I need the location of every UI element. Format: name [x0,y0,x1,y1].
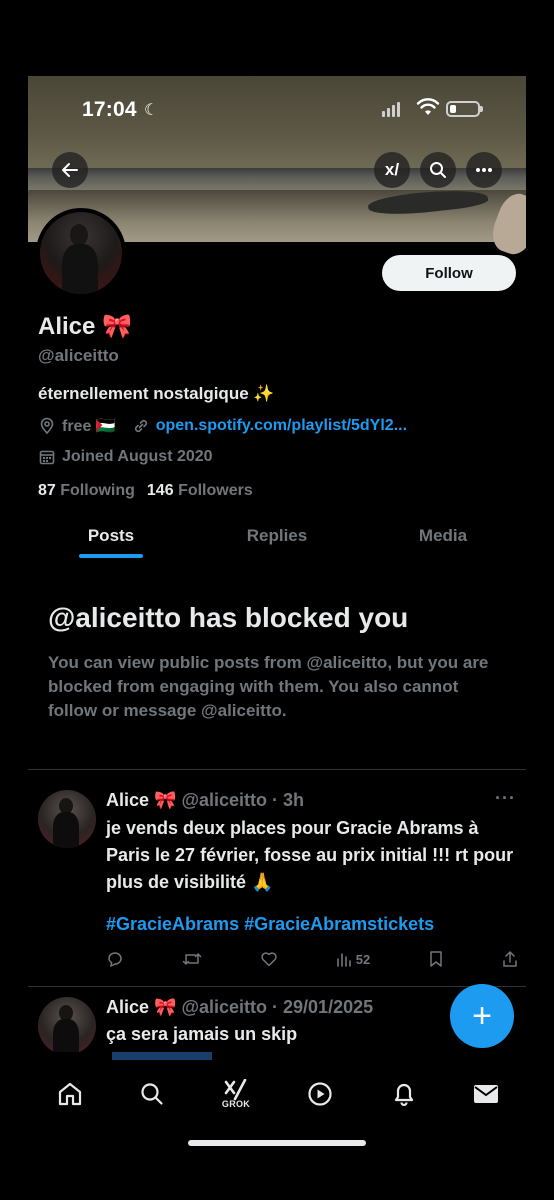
nav-video[interactable] [302,1076,338,1112]
bottom-navigation: GROK [28,1052,526,1156]
followers-link[interactable]: 146 Followers [147,482,253,500]
post-text: je vends deux places pour Gracie Abrams … [106,818,514,892]
profile-handle: @aliceitto [38,346,119,365]
repost-button[interactable] [182,950,202,968]
tab-replies[interactable]: Replies [194,522,360,562]
blocked-title: @aliceitto has blocked you [48,602,409,633]
compose-button[interactable]: + [450,984,514,1048]
bookmark-button[interactable] [428,950,444,968]
like-button[interactable] [260,950,278,968]
tab-posts-label: Posts [87,526,135,545]
post-avatar[interactable] [38,790,96,848]
post-actions: 52 [106,950,518,968]
active-tab-indicator [79,554,143,558]
views-button[interactable]: 52 [336,951,370,967]
status-time: 17:04 [82,98,137,121]
profile-display-name: Alice 🎀 [38,313,132,340]
grok-icon [224,1079,247,1101]
blurred-post-media [112,1052,212,1060]
heart-icon [261,952,277,967]
views-count: 52 [355,951,371,967]
xai-icon: x/ [384,160,400,179]
cellular-signal-icon [382,102,400,117]
post-avatar[interactable] [38,997,96,1055]
search-button[interactable] [420,152,456,188]
blocked-description: You can view public posts from @aliceitt… [48,653,489,720]
battery-icon [446,101,483,117]
post[interactable]: Alice 🎀 @aliceitto · 3h ··· je vends deu… [28,770,526,986]
tab-replies-label: Replies [246,526,308,545]
tab-posts[interactable]: Posts [28,522,194,562]
post-header: Alice 🎀 @aliceitto · 3h [106,790,304,811]
follow-stats: 87 Following 146 Followers [38,482,253,500]
tab-media-label: Media [418,526,468,545]
notifications-bell-icon [394,1083,414,1107]
followers-count: 146 [146,482,174,499]
tab-media[interactable]: Media [360,522,526,562]
following-link[interactable]: 87 Following [38,482,135,500]
back-button[interactable] [52,152,88,188]
post-handle-time: @aliceitto · 29/01/2025 [181,997,374,1017]
arrow-left-icon [62,163,78,177]
more-horizontal-icon [476,168,492,172]
home-icon [58,1082,82,1106]
following-label: Following [60,482,135,499]
share-icon [503,951,517,967]
nav-notifications[interactable] [386,1076,422,1112]
nav-messages[interactable] [468,1076,504,1112]
followers-label: Followers [178,482,253,499]
search-icon [430,162,446,178]
views-chart-icon [336,953,351,967]
profile-bio: éternellement nostalgique ✨ [38,384,275,403]
profile-joined-row: Joined August 2020 [38,448,213,466]
banner-rock [367,185,489,219]
profile-tabs: Posts Replies Media [28,522,526,562]
profile-link[interactable]: open.spotify.com/playlist/5dYl2... [156,417,407,435]
profile-joined: Joined August 2020 [62,448,213,465]
post-author-name: Alice 🎀 [106,997,177,1017]
profile-meta-row: free 🇵🇸 open.spotify.com/playlist/5dYl2.… [38,416,407,436]
follow-button[interactable]: Follow [382,255,516,291]
messages-envelope-icon [474,1085,498,1103]
post-header: Alice 🎀 @aliceitto · 29/01/2025 [106,997,373,1018]
following-count: 87 [38,482,56,499]
post-author-name: Alice 🎀 [106,790,177,810]
nav-home[interactable] [52,1076,88,1112]
profile-location: free 🇵🇸 [62,418,116,435]
focus-moon-icon: ☾ [144,102,159,119]
home-indicator[interactable] [188,1140,366,1146]
nav-search[interactable] [134,1076,170,1112]
reply-button[interactable] [106,950,124,968]
share-button[interactable] [502,950,518,968]
profile-avatar[interactable] [36,208,126,298]
more-button[interactable] [466,152,502,188]
search-icon [141,1083,163,1105]
nav-grok[interactable]: GROK [218,1076,254,1112]
repost-icon [182,953,202,965]
video-play-icon [308,1082,332,1106]
grok-button[interactable]: x/ [374,152,410,188]
post-hashtags[interactable]: #GracieAbrams #GracieAbramstickets [106,914,434,935]
bookmark-icon [430,951,442,967]
post-more-icon[interactable]: ··· [495,788,516,809]
location-pin-icon [40,417,54,435]
post-handle-time: @aliceitto · 3h [181,790,305,810]
wifi-icon [416,98,440,115]
compose-plus-icon: + [472,996,492,1035]
calendar-icon [39,450,55,465]
app-frame: 17:04 ☾ x/ Follow Alice 🎀 @aliceitto éte… [28,76,526,1156]
reply-icon [108,952,122,968]
link-icon [134,419,147,433]
banner-foreground [486,188,526,260]
grok-label: GROK [221,1099,251,1109]
